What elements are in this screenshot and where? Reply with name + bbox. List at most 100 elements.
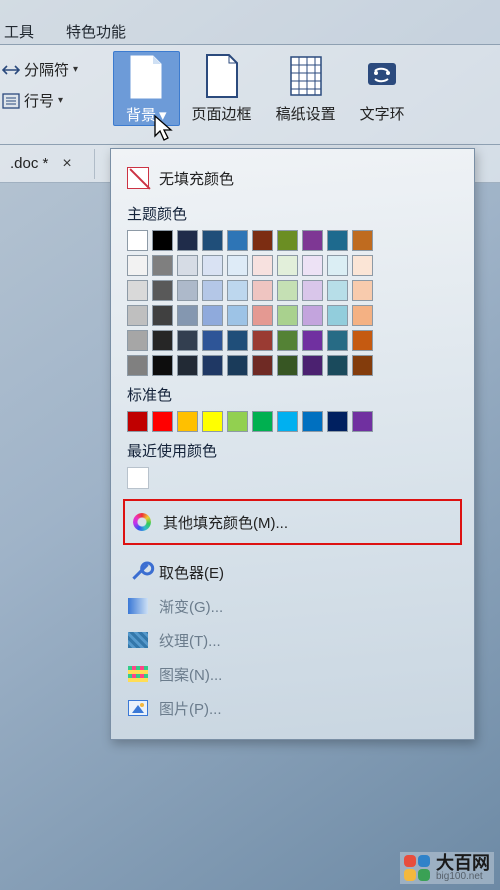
eyedropper-icon (127, 561, 149, 583)
gradient-icon (127, 595, 149, 617)
color-swatch[interactable] (177, 230, 198, 251)
color-swatch[interactable] (177, 330, 198, 351)
no-fill-label: 无填充颜色 (159, 168, 234, 189)
color-swatch[interactable] (202, 255, 223, 276)
color-swatch[interactable] (177, 280, 198, 301)
color-swatch[interactable] (252, 280, 273, 301)
color-swatch[interactable] (227, 255, 248, 276)
color-swatch[interactable] (152, 255, 173, 276)
color-swatch[interactable] (202, 411, 223, 432)
texture-item[interactable]: 纹理(T)... (125, 623, 460, 657)
color-swatch[interactable] (327, 305, 348, 326)
color-swatch[interactable] (127, 280, 148, 301)
color-swatch[interactable] (327, 411, 348, 432)
color-swatch[interactable] (327, 255, 348, 276)
line-number-icon (2, 92, 20, 110)
color-swatch[interactable] (277, 411, 298, 432)
color-swatch[interactable] (202, 355, 223, 376)
eyedropper-item[interactable]: 取色器(E) (125, 555, 460, 589)
recent-color-swatch[interactable] (127, 467, 149, 489)
color-swatch[interactable] (252, 330, 273, 351)
color-swatch[interactable] (302, 330, 323, 351)
color-swatch[interactable] (152, 230, 173, 251)
background-button[interactable]: 背景 ▾ (113, 51, 180, 126)
color-swatch[interactable] (127, 355, 148, 376)
color-swatch[interactable] (352, 330, 373, 351)
color-swatch[interactable] (252, 230, 273, 251)
color-swatch[interactable] (202, 330, 223, 351)
color-swatch[interactable] (152, 330, 173, 351)
color-swatch[interactable] (127, 411, 148, 432)
text-wrap-button[interactable]: 文字环 (348, 51, 417, 124)
color-swatch[interactable] (177, 255, 198, 276)
color-swatch[interactable] (352, 355, 373, 376)
color-swatch[interactable] (277, 355, 298, 376)
color-swatch[interactable] (352, 255, 373, 276)
color-swatch[interactable] (177, 355, 198, 376)
color-swatch[interactable] (302, 305, 323, 326)
text-wrap-label: 文字环 (360, 103, 405, 124)
color-swatch[interactable] (152, 411, 173, 432)
color-swatch[interactable] (352, 280, 373, 301)
color-swatch[interactable] (352, 230, 373, 251)
color-swatch[interactable] (152, 305, 173, 326)
color-swatch[interactable] (302, 355, 323, 376)
color-swatch[interactable] (127, 255, 148, 276)
chevron-down-icon: ▾ (73, 64, 78, 75)
pattern-icon (127, 663, 149, 685)
color-swatch[interactable] (277, 305, 298, 326)
color-swatch[interactable] (227, 411, 248, 432)
color-swatch[interactable] (252, 355, 273, 376)
color-swatch[interactable] (127, 305, 148, 326)
document-tab[interactable]: .doc * × (0, 149, 95, 179)
color-swatch[interactable] (202, 305, 223, 326)
color-swatch[interactable] (327, 355, 348, 376)
pattern-item[interactable]: 图案(N)... (125, 657, 460, 691)
color-swatch[interactable] (127, 230, 148, 251)
background-label: 背景 (126, 104, 156, 125)
color-swatch[interactable] (202, 280, 223, 301)
color-swatch[interactable] (227, 280, 248, 301)
color-swatch[interactable] (202, 230, 223, 251)
color-swatch[interactable] (152, 355, 173, 376)
color-swatch[interactable] (352, 411, 373, 432)
color-swatch[interactable] (277, 255, 298, 276)
color-swatch[interactable] (127, 330, 148, 351)
color-swatch[interactable] (252, 255, 273, 276)
color-swatch[interactable] (302, 411, 323, 432)
color-swatch[interactable] (327, 330, 348, 351)
more-fill-colors-item[interactable]: 其他填充颜色(M)... (125, 501, 460, 543)
color-swatch[interactable] (327, 280, 348, 301)
color-swatch[interactable] (227, 355, 248, 376)
line-number-button[interactable]: 行号 ▾ (2, 90, 96, 111)
color-swatch[interactable] (252, 305, 273, 326)
color-swatch[interactable] (277, 280, 298, 301)
manuscript-button[interactable]: 稿纸设置 (264, 51, 348, 124)
color-swatch[interactable] (302, 230, 323, 251)
page-border-button[interactable]: 页面边框 (180, 51, 264, 124)
color-swatch[interactable] (227, 330, 248, 351)
color-swatch[interactable] (302, 255, 323, 276)
watermark: 大百网 big100.net (400, 852, 494, 884)
separator-button[interactable]: 分隔符 ▾ (2, 59, 96, 80)
color-swatch[interactable] (227, 230, 248, 251)
menu-special-features[interactable]: 特色功能 (66, 21, 126, 42)
menu-tools[interactable]: 工具 (4, 21, 34, 42)
gradient-item[interactable]: 渐变(G)... (125, 589, 460, 623)
color-swatch[interactable] (252, 411, 273, 432)
color-swatch[interactable] (227, 305, 248, 326)
color-swatch[interactable] (277, 330, 298, 351)
no-fill-item[interactable]: 无填充颜色 (125, 161, 460, 195)
highlight-annotation: 其他填充颜色(M)... (123, 499, 462, 545)
color-swatch[interactable] (177, 305, 198, 326)
picture-item[interactable]: 图片(P)... (125, 691, 460, 725)
color-swatch[interactable] (152, 280, 173, 301)
color-swatch[interactable] (352, 305, 373, 326)
ribbon-page-group: 分隔符 ▾ 行号 ▾ (0, 51, 100, 111)
color-swatch[interactable] (277, 230, 298, 251)
color-swatch[interactable] (177, 411, 198, 432)
close-icon[interactable]: × (62, 155, 71, 173)
background-fill-dropdown: 无填充颜色 主题颜色 标准色 最近使用颜色 其他填充颜色(M)... 取色器(E… (110, 148, 475, 740)
color-swatch[interactable] (327, 230, 348, 251)
color-swatch[interactable] (302, 280, 323, 301)
